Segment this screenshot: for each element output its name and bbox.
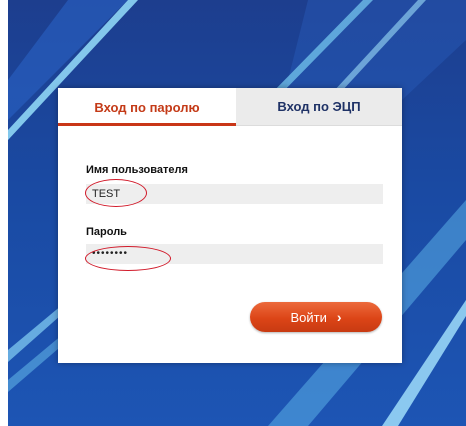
tab-eds-login[interactable]: Вход по ЭЦП [236,88,402,126]
login-card: Вход по паролю Вход по ЭЦП Имя пользоват… [58,88,402,363]
chevron-right-icon: › [336,309,342,325]
login-button-label: Войти [290,309,327,325]
password-label: Пароль [86,226,127,238]
tab-password-login-label: Вход по паролю [94,99,200,115]
tab-password-login[interactable]: Вход по паролю [58,88,236,126]
login-button[interactable]: Войти › [250,302,382,332]
username-label: Имя пользователя [86,164,188,176]
login-tabs: Вход по паролю Вход по ЭЦП [58,88,402,126]
password-input[interactable]: •••••••• [86,244,383,264]
username-input[interactable]: TEST [86,184,383,204]
tab-eds-login-label: Вход по ЭЦП [277,99,361,114]
